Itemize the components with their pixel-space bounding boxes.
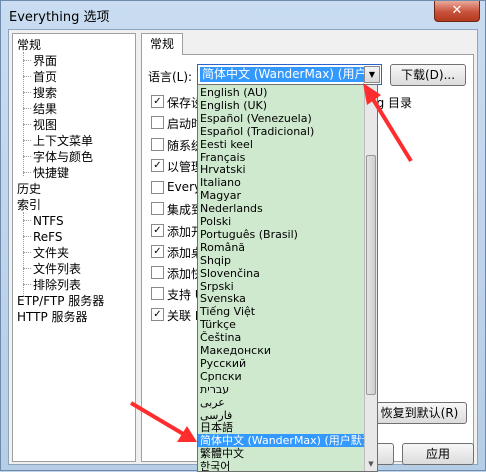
dropdown-option[interactable]: Slovenčina	[198, 267, 365, 280]
tree-item-history[interactable]: 历史	[17, 181, 41, 197]
dropdown-option[interactable]: Français	[198, 151, 365, 164]
checkbox-10[interactable]: ✓	[151, 308, 164, 321]
close-button[interactable]: ✕	[434, 1, 480, 22]
dropdown-option[interactable]: English (UK)	[198, 99, 365, 112]
tree-item-refs[interactable]: ReFS	[33, 229, 63, 245]
checkbox-9[interactable]	[151, 287, 164, 300]
dropdown-option[interactable]: Shqip	[198, 254, 365, 267]
tree-branch	[23, 172, 31, 173]
checkbox-7[interactable]: ✓	[151, 245, 164, 258]
dropdown-option[interactable]: 한국어	[198, 460, 365, 471]
tree-item-file-lists[interactable]: 文件列表	[33, 261, 81, 277]
tree-branch	[23, 268, 31, 269]
dropdown-option[interactable]: Русский	[198, 357, 365, 370]
window-title: Everything 选项	[9, 10, 110, 25]
tree-item-ui[interactable]: 界面	[33, 53, 57, 69]
tree-item-etp-ftp[interactable]: ETP/FTP 服务器	[17, 293, 104, 309]
options-tree: 常规 界面 首页 搜索 结果 视图 上下文菜单 字体与颜色 快捷键 历史 索引 …	[12, 33, 136, 462]
dropdown-option[interactable]: Italiano	[198, 176, 365, 189]
language-select[interactable]: 简体中文 (WanderMax) (用户默认) ▼	[197, 64, 382, 85]
tree-branch	[23, 108, 31, 109]
dropdown-option[interactable]: Română	[198, 241, 365, 254]
dropdown-option[interactable]: English (AU)	[198, 86, 365, 99]
dropdown-option[interactable]: 日本語	[198, 421, 365, 434]
tree-branch	[23, 252, 31, 253]
tree-branch	[23, 76, 31, 77]
tree-branch	[23, 220, 31, 221]
tree-item-fonts-colors[interactable]: 字体与颜色	[33, 149, 93, 165]
tree-item-context-menu[interactable]: 上下文菜单	[33, 133, 93, 149]
dropdown-option[interactable]: עברית	[198, 383, 365, 396]
checkbox-0[interactable]: ✓	[151, 95, 164, 108]
title-bar[interactable]: Everything 选项 ✕	[1, 1, 485, 29]
tree-branch	[23, 124, 31, 125]
checkmark-icon: ✓	[153, 96, 162, 107]
checkmark-icon: ✓	[153, 246, 162, 257]
dropdown-option[interactable]: Svenska	[198, 292, 365, 305]
scroll-up-icon[interactable]: ▲	[365, 85, 377, 98]
dropdown-option[interactable]: Čeština	[198, 331, 365, 344]
tree-item-view[interactable]: 视图	[33, 117, 57, 133]
dropdown-option[interactable]: فارسی	[198, 409, 365, 422]
restore-defaults-button[interactable]: 恢复到默认(R)	[372, 402, 467, 424]
tree-branch	[23, 284, 31, 285]
tree-item-ntfs[interactable]: NTFS	[33, 213, 64, 229]
dropdown-option[interactable]: Português (Brasil)	[198, 228, 365, 241]
dropdown-option[interactable]: 繁體中文	[198, 447, 365, 460]
checkbox-6[interactable]: ✓	[151, 224, 164, 237]
tab-general[interactable]: 常规	[141, 33, 183, 55]
tree-item-shortcuts[interactable]: 快捷键	[33, 165, 69, 181]
tree-item-search[interactable]: 搜索	[33, 85, 57, 101]
chevron-down-icon[interactable]: ▼	[364, 66, 380, 83]
tree-connector	[23, 52, 24, 176]
dropdown-option[interactable]: Polski	[198, 215, 365, 228]
checkbox-1[interactable]	[151, 116, 164, 129]
tree-item-indexes[interactable]: 索引	[17, 197, 41, 213]
options-window: Everything 选项 ✕ 常规 界面 首页 搜索 结果 视图 上下文菜单 …	[0, 0, 486, 472]
download-button[interactable]: 下载(D)...	[390, 64, 466, 86]
checkmark-icon: ✓	[153, 225, 162, 236]
dropdown-option[interactable]: Español (Venezuela)	[198, 112, 365, 125]
tree-item-general[interactable]: 常规	[17, 37, 41, 53]
dropdown-option[interactable]: Magyar	[198, 189, 365, 202]
dropdown-option[interactable]: Srpski	[198, 280, 365, 293]
tree-item-http[interactable]: HTTP 服务器	[17, 309, 88, 325]
tree-branch	[23, 60, 31, 61]
language-dropdown-list[interactable]: English (AU) English (UK) Español (Venezue…	[197, 84, 378, 472]
tree-branch	[23, 156, 31, 157]
dropdown-option[interactable]: Eesti keel	[198, 138, 365, 151]
tree-branch	[23, 236, 31, 237]
checkmark-icon: ✓	[153, 160, 162, 171]
dropdown-option[interactable]: 简体中文 (WanderMax) (用户默认)	[198, 434, 365, 448]
tree-branch	[23, 92, 31, 93]
dropdown-option[interactable]: Македонски	[198, 344, 365, 357]
tree-branch	[23, 140, 31, 141]
dropdown-option[interactable]: Nederlands	[198, 202, 365, 215]
dropdown-option[interactable]: Hrvatski	[198, 163, 365, 176]
dropdown-option[interactable]: Türkçe	[198, 318, 365, 331]
apply-button[interactable]: 应用	[402, 443, 474, 465]
checkbox-3[interactable]: ✓	[151, 159, 164, 172]
tree-item-home[interactable]: 首页	[33, 69, 57, 85]
scroll-down-icon[interactable]: ▼	[365, 458, 377, 471]
tree-item-exclude[interactable]: 排除列表	[33, 277, 81, 293]
checkbox-4[interactable]	[151, 181, 164, 194]
scrollbar-thumb[interactable]	[366, 155, 376, 395]
checkbox-2[interactable]	[151, 138, 164, 151]
language-select-value: 简体中文 (WanderMax) (用户默认)	[200, 67, 365, 82]
dropdown-scrollbar[interactable]: ▲ ▼	[364, 85, 377, 471]
dropdown-option[interactable]: Српски	[198, 370, 365, 383]
language-label: 语言(L):	[148, 70, 193, 84]
checkbox-5[interactable]	[151, 202, 164, 215]
checkmark-icon: ✓	[153, 309, 162, 320]
checkbox-8[interactable]	[151, 266, 164, 279]
dropdown-option[interactable]: Español (Tradicional)	[198, 125, 365, 138]
dropdown-option[interactable]: Tiếng Việt	[198, 305, 365, 318]
tree-item-folders[interactable]: 文件夹	[33, 245, 69, 261]
dropdown-option[interactable]: عربى	[198, 396, 365, 409]
tree-item-results[interactable]: 结果	[33, 101, 57, 117]
